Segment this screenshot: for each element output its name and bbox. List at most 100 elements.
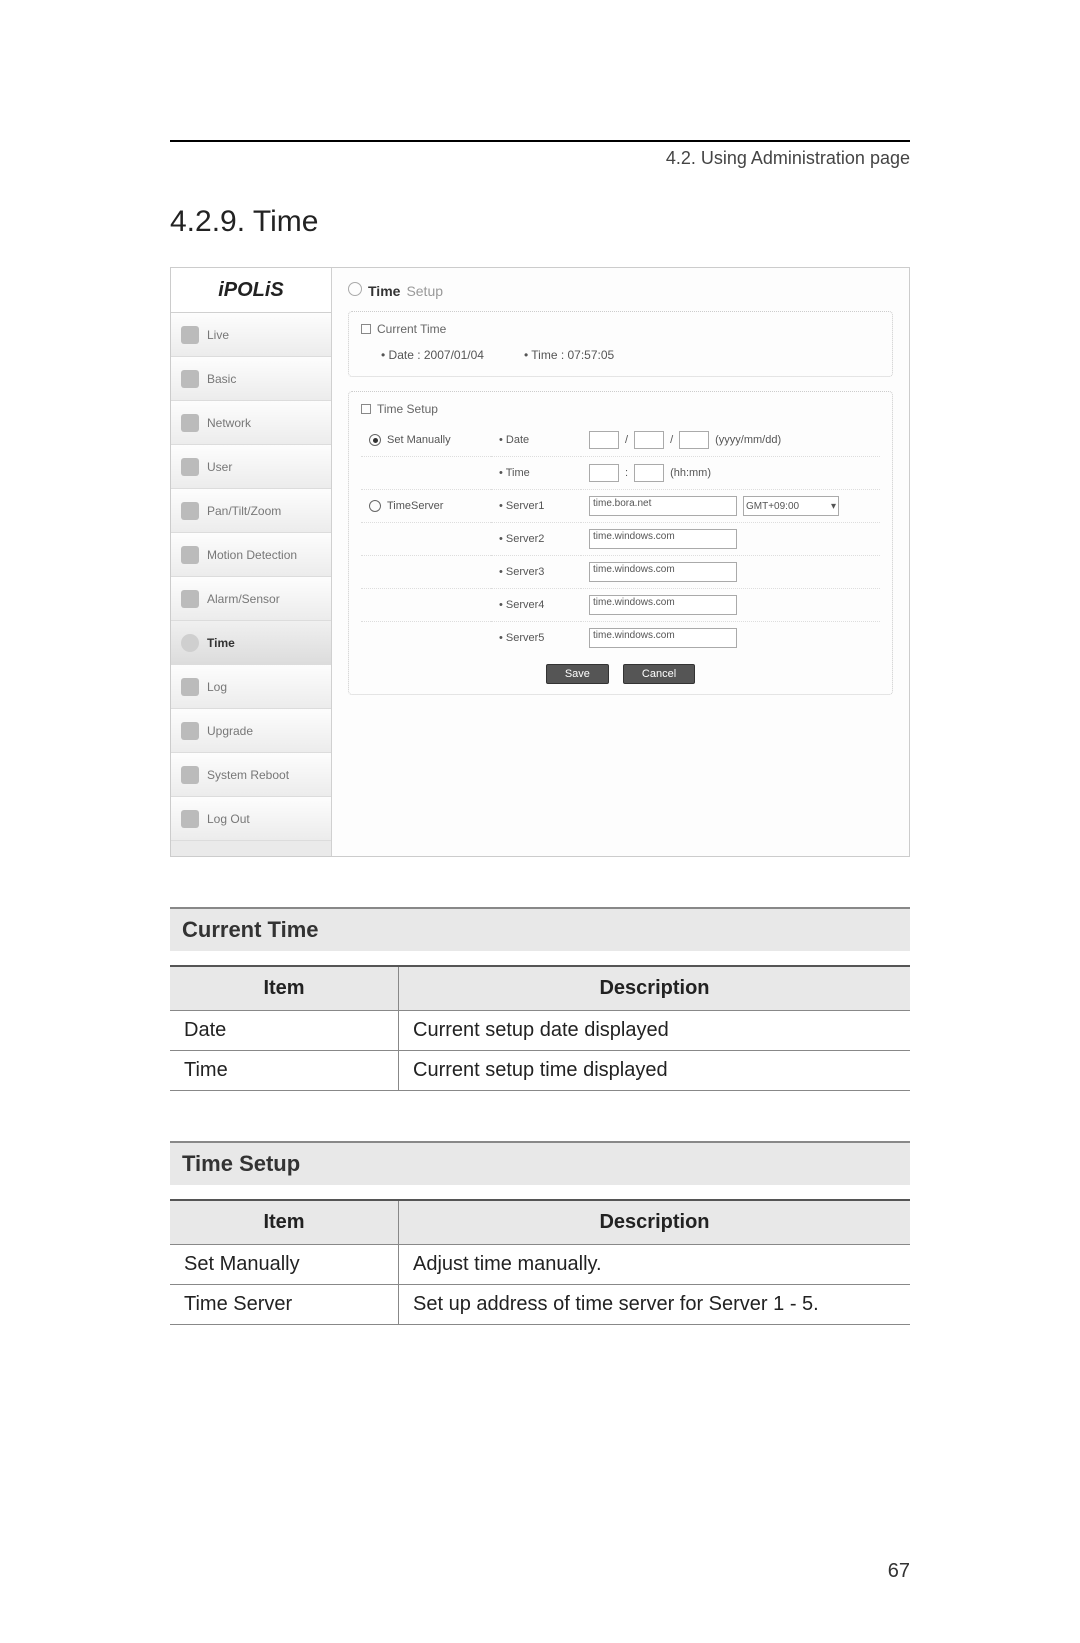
alarm-icon: [181, 590, 199, 608]
sidebar-item-label: Motion Detection: [207, 548, 297, 562]
content-area: Time Setup Current Time • Date : 2007/01…: [332, 268, 909, 856]
sidebar-item-time[interactable]: Time: [171, 621, 331, 665]
content-title-light: Setup: [406, 283, 443, 299]
panel-header: Time Setup: [361, 402, 880, 416]
bullet-icon: [348, 282, 362, 296]
th-item: Item: [170, 1200, 399, 1245]
square-icon: [361, 324, 371, 334]
header-rule: [170, 140, 910, 142]
manual-radio-cell[interactable]: Set Manually: [361, 424, 491, 456]
sidebar-item-logout[interactable]: Log Out: [171, 797, 331, 841]
network-icon: [181, 414, 199, 432]
cell-desc: Current setup date displayed: [399, 1011, 911, 1051]
reboot-icon: [181, 766, 199, 784]
server4-input[interactable]: time.windows.com: [589, 595, 737, 615]
time-hint: (hh:mm): [670, 467, 711, 479]
cell-item: Date: [170, 1011, 399, 1051]
empty-cell: [361, 555, 491, 588]
year-input[interactable]: [589, 431, 619, 449]
cancel-button[interactable]: Cancel: [623, 664, 695, 684]
day-input[interactable]: [679, 431, 709, 449]
screenshot-panel: iPOLiS Live Basic Network User Pan/Tilt/…: [170, 267, 910, 857]
button-row: Save Cancel: [361, 664, 880, 684]
content-title-bold: Time: [368, 283, 400, 299]
sidebar-item-label: Alarm/Sensor: [207, 592, 280, 606]
sidebar-item-label: User: [207, 460, 232, 474]
time-label-cell: • Time: [491, 456, 581, 489]
date-input-cell: / / (yyyy/mm/dd): [581, 424, 880, 456]
sidebar-item-network[interactable]: Network: [171, 401, 331, 445]
radio-label: TimeServer: [387, 500, 443, 512]
server5-label: • Server5: [491, 621, 581, 654]
minute-input[interactable]: [634, 464, 664, 482]
sidebar: iPOLiS Live Basic Network User Pan/Tilt/…: [171, 268, 332, 856]
date-hint: (yyyy/mm/dd): [715, 434, 781, 446]
square-icon: [361, 404, 371, 414]
timeserver-radio-cell[interactable]: TimeServer: [361, 489, 491, 522]
sidebar-item-label: Network: [207, 416, 251, 430]
chevron-down-icon: ▾: [831, 501, 836, 512]
table-row: Date Current setup date displayed: [170, 1011, 910, 1051]
sidebar-item-user[interactable]: User: [171, 445, 331, 489]
cell-desc: Set up address of time server for Server…: [399, 1285, 911, 1325]
table-row: Time Current setup time displayed: [170, 1051, 910, 1091]
sidebar-item-ptz[interactable]: Pan/Tilt/Zoom: [171, 489, 331, 533]
current-values-row: • Date : 2007/01/04 • Time : 07:57:05: [361, 344, 880, 366]
ptz-icon: [181, 502, 199, 520]
server3-label: • Server3: [491, 555, 581, 588]
user-icon: [181, 458, 199, 476]
current-time-panel: Current Time • Date : 2007/01/04 • Time …: [348, 311, 893, 377]
empty-cell: [361, 522, 491, 555]
server1-cell: time.bora.net GMT+09:00 ▾: [581, 489, 880, 522]
sidebar-item-label: Pan/Tilt/Zoom: [207, 504, 281, 518]
server3-input[interactable]: time.windows.com: [589, 562, 737, 582]
log-icon: [181, 678, 199, 696]
server2-input[interactable]: time.windows.com: [589, 529, 737, 549]
sidebar-item-live[interactable]: Live: [171, 313, 331, 357]
current-time-value: • Time : 07:57:05: [524, 348, 614, 362]
gear-icon: [181, 722, 199, 740]
sidebar-item-upgrade[interactable]: Upgrade: [171, 709, 331, 753]
content-title: Time Setup: [348, 282, 893, 299]
sidebar-item-alarm[interactable]: Alarm/Sensor: [171, 577, 331, 621]
current-time-table: Item Description Date Current setup date…: [170, 965, 910, 1091]
server2-label: • Server2: [491, 522, 581, 555]
date-label-cell: • Date: [491, 424, 581, 456]
sidebar-item-label: Time: [207, 636, 235, 650]
th-item: Item: [170, 966, 399, 1011]
sidebar-item-log[interactable]: Log: [171, 665, 331, 709]
radio-icon[interactable]: [369, 434, 381, 446]
th-desc: Description: [399, 966, 911, 1011]
sidebar-item-reboot[interactable]: System Reboot: [171, 753, 331, 797]
panel-title: Current Time: [377, 322, 446, 336]
current-date-value: • Date : 2007/01/04: [381, 348, 484, 362]
gmt-select[interactable]: GMT+09:00 ▾: [743, 496, 839, 516]
radio-label: Set Manually: [387, 434, 451, 446]
clock-icon: [181, 634, 199, 652]
sidebar-item-label: Upgrade: [207, 724, 253, 738]
gmt-value: GMT+09:00: [746, 501, 799, 512]
sidebar-item-label: Basic: [207, 372, 236, 386]
sidebar-item-label: Log: [207, 680, 227, 694]
panel-title: Time Setup: [377, 402, 438, 416]
table-row: Set Manually Adjust time manually.: [170, 1245, 910, 1285]
th-desc: Description: [399, 1200, 911, 1245]
table-row: Time Server Set up address of time serve…: [170, 1285, 910, 1325]
page-number: 67: [888, 1560, 910, 1583]
month-input[interactable]: [634, 431, 664, 449]
motion-icon: [181, 546, 199, 564]
sidebar-item-label: Log Out: [207, 812, 250, 826]
empty-cell: [361, 456, 491, 489]
section-title: 4.2.9. Time: [170, 205, 910, 239]
save-button[interactable]: Save: [546, 664, 609, 684]
sidebar-item-basic[interactable]: Basic: [171, 357, 331, 401]
time-input-cell: : (hh:mm): [581, 456, 880, 489]
cell-item: Time Server: [170, 1285, 399, 1325]
time-setup-table: Item Description Set Manually Adjust tim…: [170, 1199, 910, 1325]
radio-icon[interactable]: [369, 500, 381, 512]
hour-input[interactable]: [589, 464, 619, 482]
server1-input[interactable]: time.bora.net: [589, 496, 737, 516]
server5-input[interactable]: time.windows.com: [589, 628, 737, 648]
sidebar-item-motion[interactable]: Motion Detection: [171, 533, 331, 577]
logo: iPOLiS: [171, 268, 331, 313]
